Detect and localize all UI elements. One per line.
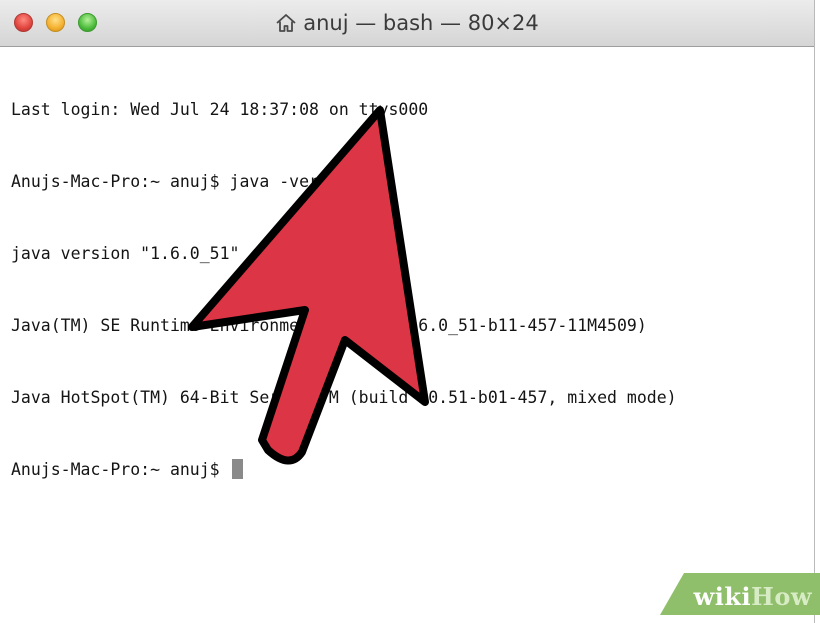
wikihow-watermark: wikiHow <box>693 582 812 611</box>
pointer-arrow-icon <box>188 106 429 465</box>
screenshot-frame: anuj — bash — 80×24 Last login: Wed Jul … <box>0 0 820 623</box>
